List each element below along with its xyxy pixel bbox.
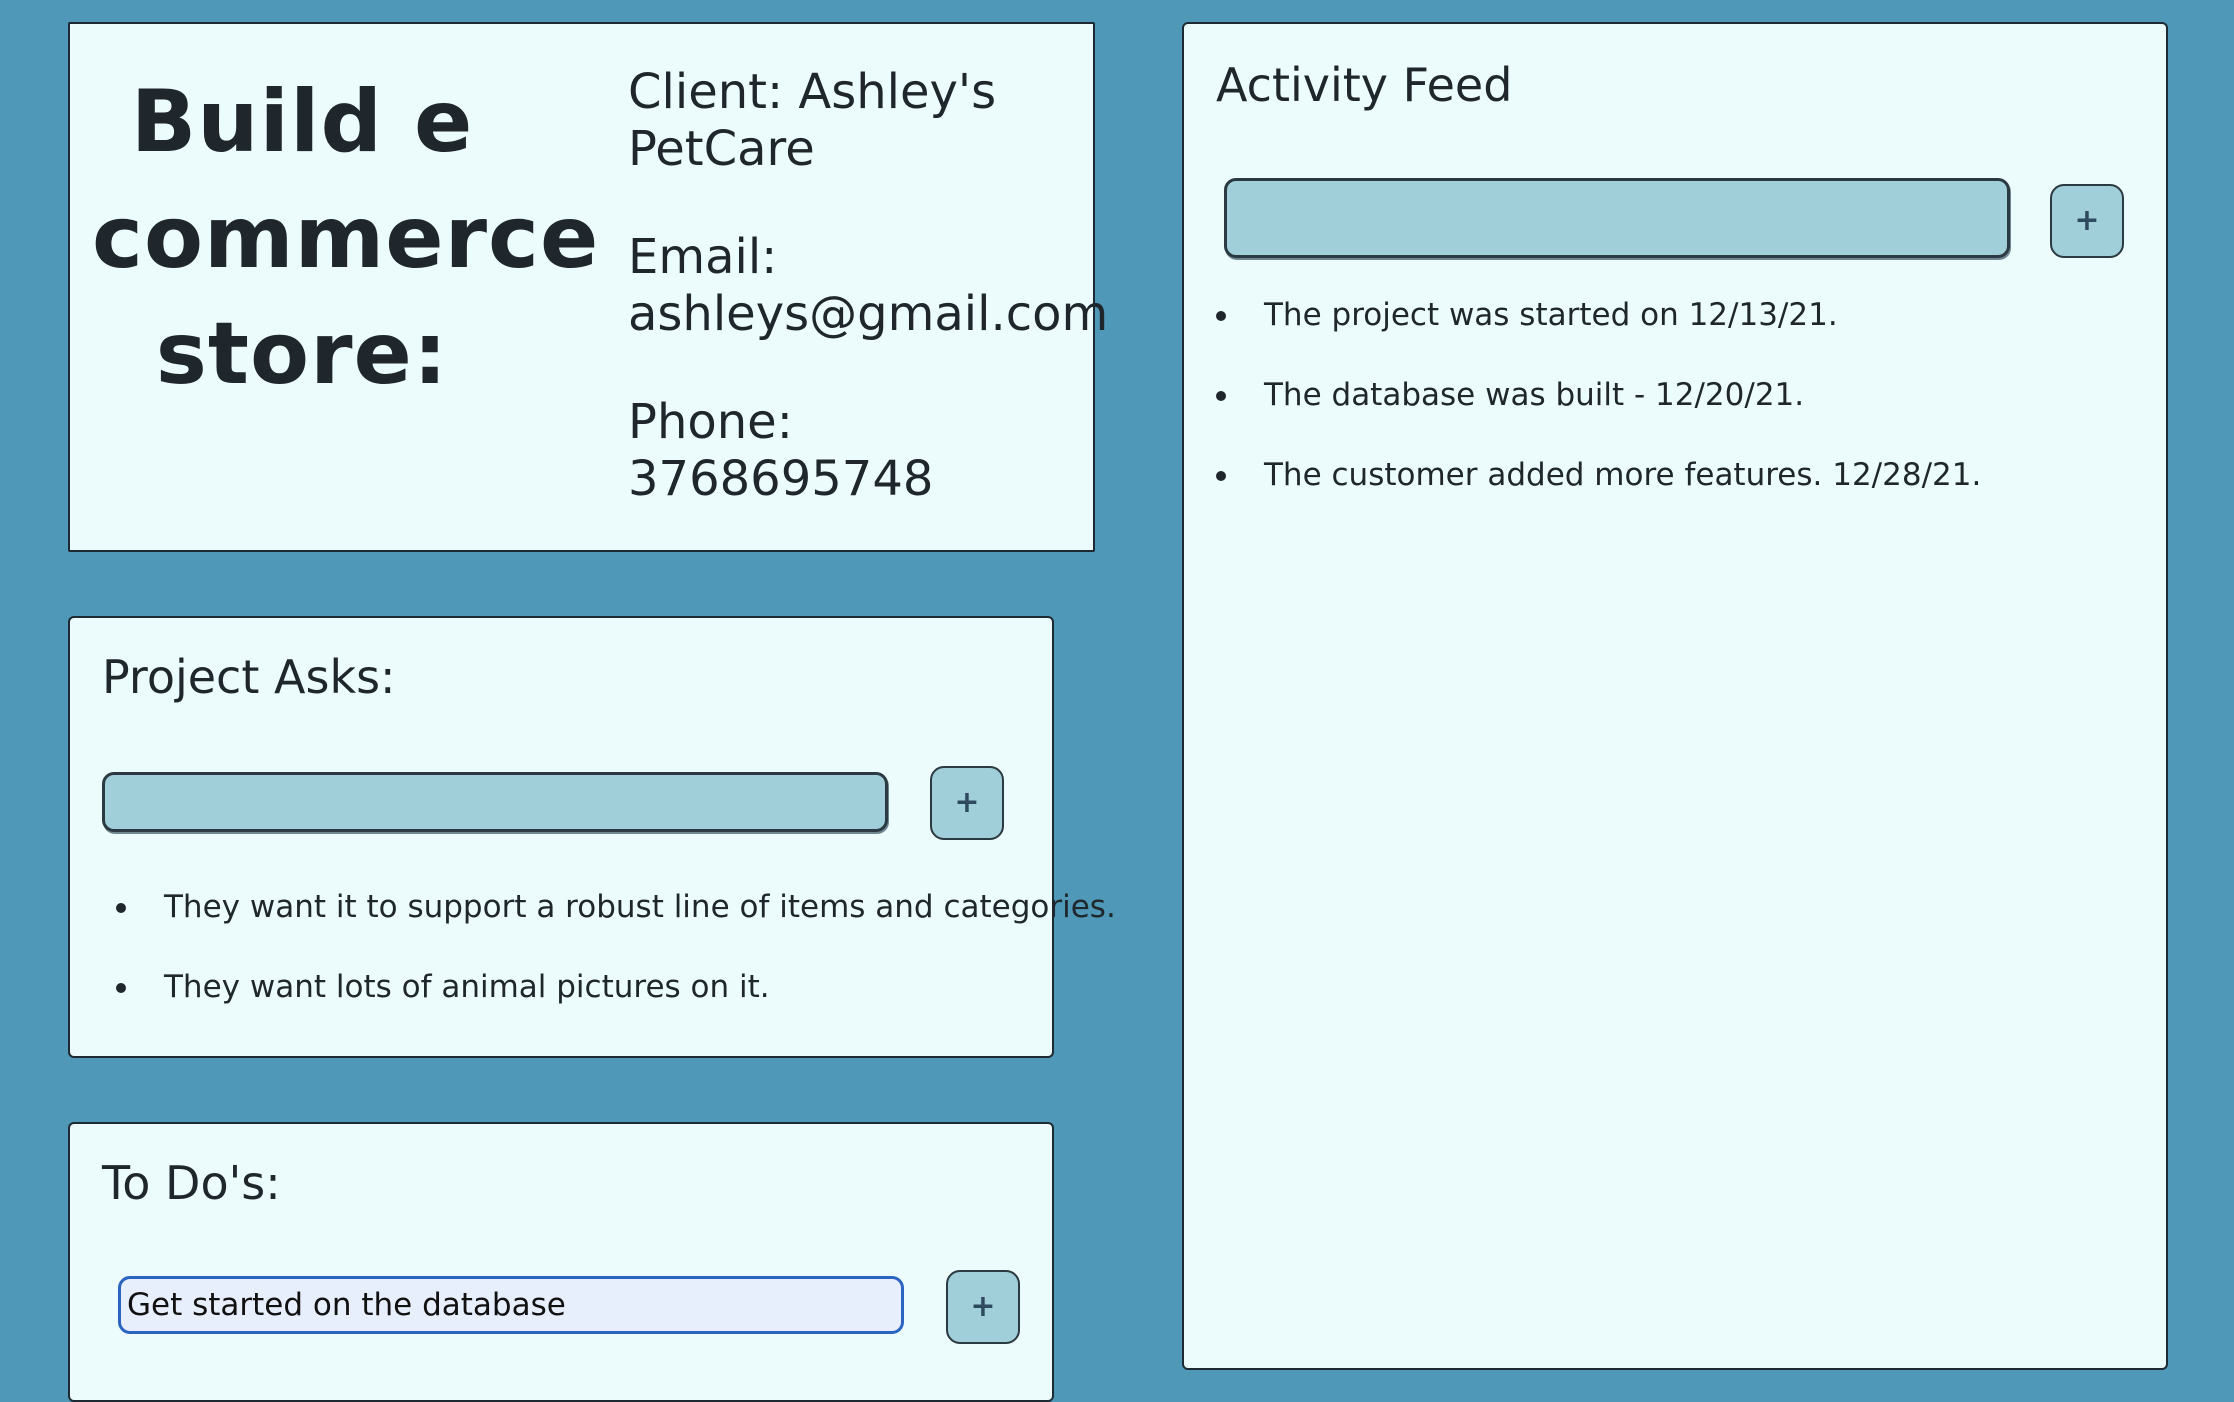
project-header-card: Build e commerce store: Client: Ashley's…	[68, 22, 1109, 552]
plus-icon: +	[970, 1289, 996, 1324]
client-email: Email: ashleys@gmail.com	[628, 229, 1109, 342]
list-item: They want it to support a robust line of…	[116, 888, 1116, 926]
project-asks-list: They want it to support a robust line of…	[116, 888, 1116, 1048]
activity-add-button[interactable]: +	[2050, 184, 2124, 258]
todo-add-button[interactable]: +	[946, 1270, 1020, 1344]
todo-title: To Do's:	[102, 1156, 281, 1210]
list-item: The database was built - 12/20/21.	[1216, 376, 1981, 414]
activity-feed-card: Activity Feed + The project was started …	[1182, 22, 2168, 1370]
client-phone: Phone: 3768695748	[628, 394, 934, 507]
project-title: Build e commerce store:	[92, 72, 600, 404]
project-asks-title: Project Asks:	[102, 650, 396, 704]
plus-icon: +	[2074, 203, 2100, 238]
list-item: The project was started on 12/13/21.	[1216, 296, 1981, 334]
activity-list: The project was started on 12/13/21. The…	[1216, 296, 1981, 536]
todo-card: To Do's: +	[68, 1122, 1054, 1402]
activity-input[interactable]	[1224, 178, 2010, 258]
activity-feed-title: Activity Feed	[1216, 58, 1513, 112]
list-item: The customer added more features. 12/28/…	[1216, 456, 1981, 494]
project-asks-add-button[interactable]: +	[930, 766, 1004, 840]
project-asks-card: Project Asks: + They want it to support …	[68, 616, 1116, 1058]
project-asks-input[interactable]	[102, 772, 888, 832]
client-name: Client: Ashley's PetCare	[628, 64, 997, 177]
list-item: They want lots of animal pictures on it.	[116, 968, 1116, 1006]
todo-input[interactable]	[118, 1276, 904, 1334]
plus-icon: +	[954, 785, 980, 820]
